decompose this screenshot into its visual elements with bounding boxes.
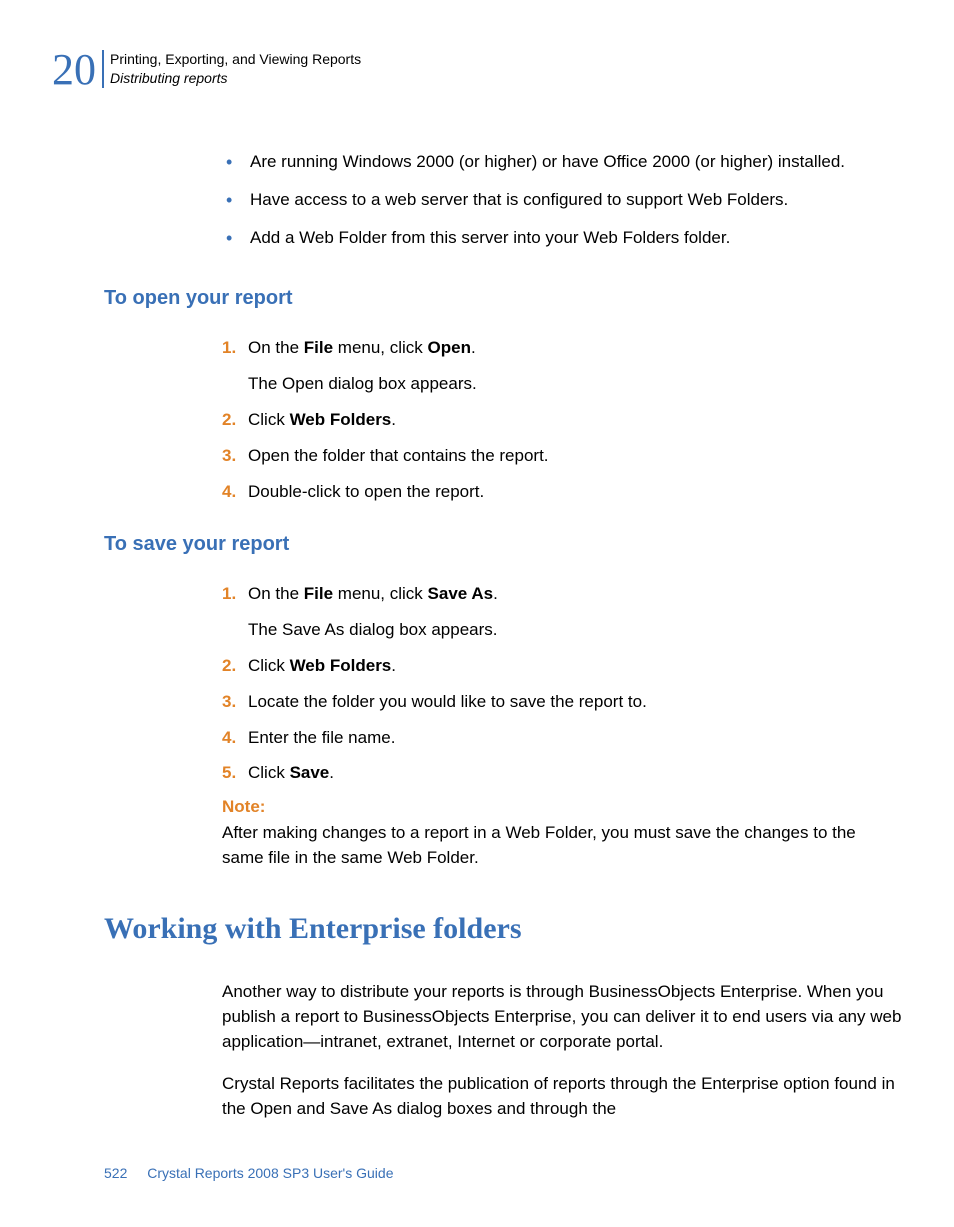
chapter-number: 20 bbox=[52, 48, 96, 92]
step-text: Open the folder that contains the report… bbox=[248, 444, 902, 468]
page-number: 522 bbox=[104, 1165, 127, 1181]
step-text: On the File menu, click Open. bbox=[248, 336, 902, 360]
list-item: 3. Open the folder that contains the rep… bbox=[222, 444, 902, 468]
step-text: Click Web Folders. bbox=[248, 654, 902, 678]
list-item: 2. Click Web Folders. bbox=[222, 408, 902, 432]
step-text: Click Web Folders. bbox=[248, 408, 902, 432]
list-item: Are running Windows 2000 (or higher) or … bbox=[222, 150, 902, 174]
header-divider bbox=[102, 50, 104, 88]
step-number: 2. bbox=[222, 654, 248, 678]
list-item: Have access to a web server that is conf… bbox=[222, 188, 902, 212]
body-paragraph: Another way to distribute your reports i… bbox=[222, 980, 902, 1054]
header-subtitle: Distributing reports bbox=[110, 69, 361, 88]
list-item: 4. Double-click to open the report. bbox=[222, 480, 902, 504]
open-steps-list-cont: 2. Click Web Folders. 3. Open the folder… bbox=[222, 408, 902, 503]
step-text: Enter the file name. bbox=[248, 726, 902, 750]
header-title: Printing, Exporting, and Viewing Reports bbox=[110, 50, 361, 69]
step-number: 1. bbox=[222, 336, 248, 360]
heading-save-report: To save your report bbox=[104, 533, 902, 556]
body-paragraph: Crystal Reports facilitates the publicat… bbox=[222, 1072, 902, 1121]
list-item: 4. Enter the file name. bbox=[222, 726, 902, 750]
step-number: 1. bbox=[222, 582, 248, 606]
step-number: 2. bbox=[222, 408, 248, 432]
save-steps-list-cont: 2. Click Web Folders. 3. Locate the fold… bbox=[222, 654, 902, 785]
page-footer: 522 Crystal Reports 2008 SP3 User's Guid… bbox=[104, 1165, 393, 1181]
note-label: Note: bbox=[222, 797, 902, 817]
list-item: Add a Web Folder from this server into y… bbox=[222, 226, 902, 250]
header-text-block: Printing, Exporting, and Viewing Reports… bbox=[110, 48, 361, 88]
list-item: 5. Click Save. bbox=[222, 761, 902, 785]
heading-open-report: To open your report bbox=[104, 287, 902, 310]
footer-doc-title: Crystal Reports 2008 SP3 User's Guide bbox=[147, 1165, 393, 1181]
open-steps-list: 1. On the File menu, click Open. bbox=[222, 336, 902, 360]
page-header: 20 Printing, Exporting, and Viewing Repo… bbox=[52, 48, 902, 92]
step-number: 3. bbox=[222, 444, 248, 468]
save-steps-list: 1. On the File menu, click Save As. bbox=[222, 582, 902, 606]
step-text: On the File menu, click Save As. bbox=[248, 582, 902, 606]
step-text: Locate the folder you would like to save… bbox=[248, 690, 902, 714]
step-number: 4. bbox=[222, 480, 248, 504]
list-item: 1. On the File menu, click Open. bbox=[222, 336, 902, 360]
step-number: 4. bbox=[222, 726, 248, 750]
step-sub-paragraph: The Save As dialog box appears. bbox=[248, 618, 902, 642]
step-sub-paragraph: The Open dialog box appears. bbox=[248, 372, 902, 396]
list-item: 1. On the File menu, click Save As. bbox=[222, 582, 902, 606]
list-item: 2. Click Web Folders. bbox=[222, 654, 902, 678]
step-text: Click Save. bbox=[248, 761, 902, 785]
step-number: 3. bbox=[222, 690, 248, 714]
list-item: 3. Locate the folder you would like to s… bbox=[222, 690, 902, 714]
intro-bullet-list: Are running Windows 2000 (or higher) or … bbox=[222, 150, 902, 249]
heading-enterprise-folders: Working with Enterprise folders bbox=[104, 912, 902, 946]
step-text: Double-click to open the report. bbox=[248, 480, 902, 504]
step-number: 5. bbox=[222, 761, 248, 785]
note-body: After making changes to a report in a We… bbox=[222, 821, 902, 870]
